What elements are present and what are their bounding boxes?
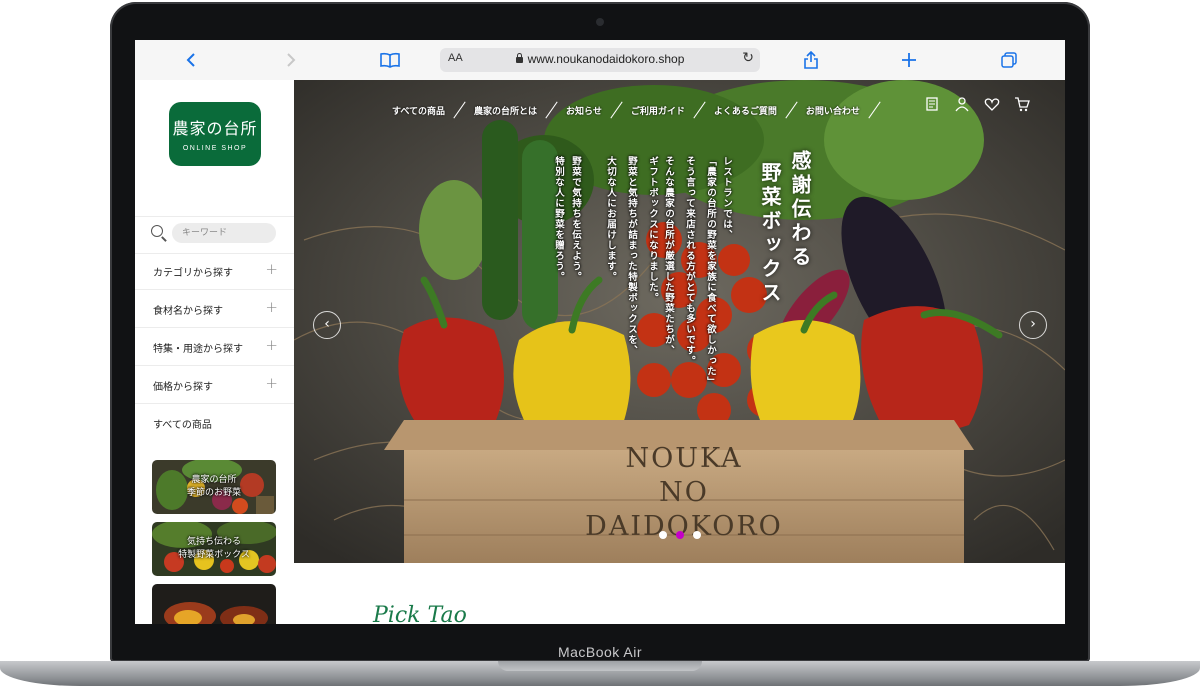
hero-copy-line: 「農家の台所の野菜を家族に食べて欲しかった」 bbox=[705, 156, 716, 387]
hero-copy-line: 大切な人にお届けします。 bbox=[605, 156, 616, 282]
lock-icon bbox=[515, 53, 523, 63]
next-slide-button[interactable]: › bbox=[1019, 311, 1047, 339]
sidebar-menu: カテゴリから探す + 食材名から探す + 特集・用途から探す + 価格から探す … bbox=[135, 252, 294, 441]
guide-icon[interactable] bbox=[924, 96, 940, 112]
crate-line-2: NO bbox=[659, 477, 709, 508]
new-tab-button[interactable] bbox=[897, 40, 921, 80]
prev-slide-button[interactable]: ‹ bbox=[313, 311, 341, 339]
slide-indicators bbox=[659, 531, 701, 539]
sidebar-item-label: 価格から探す bbox=[153, 382, 213, 393]
logo-subtitle: ONLINE SHOP bbox=[182, 145, 248, 152]
sidebar-item-label: 特集・用途から探す bbox=[153, 344, 243, 355]
hero-title-col-1: 感謝伝わる bbox=[788, 150, 812, 270]
hero-copy-line: 特別な人に野菜を贈ろう。 bbox=[553, 156, 564, 282]
reload-icon[interactable]: ↻ bbox=[742, 50, 754, 66]
nav-divider bbox=[693, 101, 706, 119]
book-icon bbox=[380, 52, 400, 68]
device-brand-label: MacBook Air bbox=[557, 644, 643, 660]
nav-divider bbox=[545, 101, 558, 119]
expand-icon[interactable]: + bbox=[265, 260, 278, 278]
nav-divider bbox=[453, 101, 466, 119]
expand-icon[interactable]: + bbox=[265, 336, 278, 354]
address-bar[interactable]: AA www.noukanodaidokoro.shop ↻ bbox=[440, 48, 760, 72]
tabs-overview-button[interactable] bbox=[997, 40, 1021, 80]
nav-faq[interactable]: よくあるご質問 bbox=[708, 104, 783, 117]
nav-divider bbox=[868, 101, 881, 119]
share-button[interactable] bbox=[799, 40, 823, 80]
crate-line-1: NOUKA bbox=[625, 443, 743, 474]
logo-title: 農家の台所 bbox=[172, 119, 258, 138]
back-button[interactable] bbox=[179, 40, 203, 80]
sidebar-item-all-products[interactable]: すべての商品 bbox=[135, 404, 294, 441]
chevron-right-icon bbox=[287, 53, 296, 67]
chevron-left-icon bbox=[186, 53, 195, 67]
sweet-potato-photo bbox=[152, 584, 276, 624]
expand-icon[interactable]: + bbox=[265, 298, 278, 316]
browser-toolbar: AA www.noukanodaidokoro.shop ↻ bbox=[135, 40, 1065, 81]
banner-seasonal-vegetables[interactable]: 農家の台所 季節のお野菜 bbox=[152, 460, 276, 514]
nav-all-products[interactable]: すべての商品 bbox=[386, 104, 451, 117]
nav-divider bbox=[785, 101, 798, 119]
heart-icon[interactable] bbox=[984, 96, 1000, 112]
banner-sweet-potato[interactable] bbox=[152, 584, 276, 624]
url-display[interactable]: www.noukanodaidokoro.shop bbox=[440, 52, 760, 66]
search-row bbox=[135, 216, 294, 254]
slide-dot[interactable] bbox=[693, 531, 701, 539]
sidebar-item-ingredient[interactable]: 食材名から探す + bbox=[135, 290, 294, 328]
hero-slider[interactable]: NOUKA NO DAIDOKORO すべての商品 農家の台所とは お知らせ ご… bbox=[294, 80, 1065, 563]
url-text: www.noukanodaidokoro.shop bbox=[527, 52, 685, 66]
sidebar-item-price[interactable]: 価格から探す + bbox=[135, 366, 294, 404]
hero-copy-line: 野菜で気持ちを伝えよう。 bbox=[570, 156, 581, 282]
sidebar: 農家の台所 ONLINE SHOP カテゴリから探す + 食材名から探す + 特… bbox=[135, 80, 295, 624]
plus-icon bbox=[902, 53, 916, 67]
hero-copy-line: ギフトボックスになりました。 bbox=[647, 156, 658, 303]
nav-icons bbox=[924, 96, 1030, 112]
banner-label: 気持ち伝わる 特製野菜ボックス bbox=[178, 537, 250, 560]
tabs-icon bbox=[1001, 52, 1017, 68]
sidebar-item-category[interactable]: カテゴリから探す + bbox=[135, 252, 294, 290]
hero-copy-line: そんな農家の台所が厳選した野菜たちが、 bbox=[663, 156, 674, 356]
forward-button[interactable] bbox=[279, 40, 303, 80]
banner-gift-box[interactable]: 気持ち伝わる 特製野菜ボックス bbox=[152, 522, 276, 576]
nav-news[interactable]: お知らせ bbox=[560, 104, 608, 117]
share-icon bbox=[804, 51, 818, 69]
nav-about[interactable]: 農家の台所とは bbox=[468, 104, 543, 117]
nav-divider bbox=[610, 101, 623, 119]
user-icon[interactable] bbox=[954, 96, 970, 112]
global-nav: すべての商品 農家の台所とは お知らせ ご利用ガイド よくあるご質問 お問い合わ… bbox=[386, 100, 883, 120]
search-icon[interactable] bbox=[151, 225, 163, 237]
camera bbox=[596, 18, 604, 26]
nav-guide[interactable]: ご利用ガイド bbox=[625, 104, 691, 117]
slide-dot[interactable] bbox=[676, 531, 684, 539]
hero-title-col-2: 野菜ボックス bbox=[758, 162, 782, 306]
section-script-title: Pick Tao bbox=[373, 603, 467, 624]
shop-logo[interactable]: 農家の台所 ONLINE SHOP bbox=[169, 102, 261, 166]
nav-contact[interactable]: お問い合わせ bbox=[800, 104, 866, 117]
sidebar-item-label: すべての商品 bbox=[153, 420, 212, 431]
bookmarks-button[interactable] bbox=[378, 40, 402, 80]
expand-icon[interactable]: + bbox=[265, 374, 278, 392]
cart-icon[interactable] bbox=[1014, 96, 1030, 112]
search-input[interactable] bbox=[172, 223, 276, 243]
main-content: Pick Tao bbox=[294, 563, 1065, 624]
banner-label: 農家の台所 季節のお野菜 bbox=[186, 475, 241, 498]
sidebar-item-label: 食材名から探す bbox=[153, 306, 223, 317]
screen: AA www.noukanodaidokoro.shop ↻ 農家の台所 ONL… bbox=[135, 40, 1065, 624]
laptop-notch bbox=[498, 661, 702, 671]
slide-dot[interactable] bbox=[659, 531, 667, 539]
hero-copy-line: レストランでは、 bbox=[721, 156, 732, 240]
hero-copy-line: 野菜と気持ちが詰まった特製ボックスを、 bbox=[626, 156, 637, 356]
crate-stamp: NOUKA NO DAIDOKORO bbox=[564, 442, 804, 544]
sidebar-item-label: カテゴリから探す bbox=[153, 268, 233, 279]
hero-copy-line: そう言って来店される方がとても多いです。 bbox=[684, 156, 695, 366]
sidebar-item-feature[interactable]: 特集・用途から探す + bbox=[135, 328, 294, 366]
